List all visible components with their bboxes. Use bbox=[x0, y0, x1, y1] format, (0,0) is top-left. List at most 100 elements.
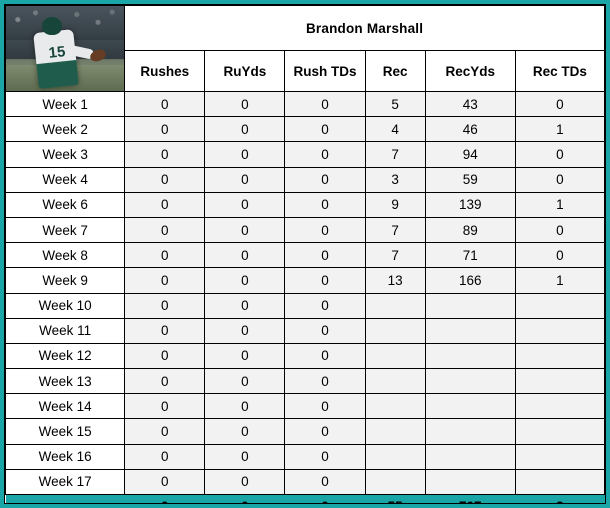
cell-recyds: 71 bbox=[424, 242, 516, 269]
cell-ruyds: 0 bbox=[204, 418, 286, 445]
cell-rec: 5 bbox=[364, 90, 426, 118]
table-row: Week 16 0 0 0 bbox=[5, 443, 605, 470]
cell-rushes: 0 bbox=[124, 90, 206, 118]
cell-rec-tds bbox=[514, 292, 605, 319]
cell-rec-tds: 1 bbox=[514, 267, 605, 294]
cell-rec-tds: 0 bbox=[514, 166, 605, 193]
cell-rushes: 0 bbox=[124, 242, 206, 269]
cell-ruyds: 0 bbox=[204, 90, 286, 118]
cell-rec-tds: 0 bbox=[514, 216, 605, 244]
totals-label bbox=[5, 494, 125, 503]
column-header-rec: Rec bbox=[364, 50, 426, 92]
total-rec-tds: 3 bbox=[515, 494, 605, 503]
cell-rushes: 0 bbox=[124, 267, 206, 294]
cell-ruyds: 0 bbox=[204, 317, 286, 344]
cell-ruyds: 0 bbox=[204, 242, 286, 269]
cell-rec-tds: 1 bbox=[514, 116, 605, 143]
cell-recyds bbox=[424, 443, 516, 470]
table-row: Week 1 0 0 0 5 43 0 bbox=[5, 90, 605, 118]
total-rec: 55 bbox=[365, 494, 426, 503]
row-label: Week 3 bbox=[5, 141, 126, 168]
cell-recyds: 59 bbox=[424, 166, 516, 193]
photo-image: 15 bbox=[6, 6, 124, 91]
cell-rec bbox=[364, 468, 426, 496]
cell-recyds: 166 bbox=[424, 267, 516, 294]
row-label: Week 10 bbox=[5, 292, 126, 319]
row-label: Week 11 bbox=[5, 317, 126, 344]
cell-recyds: 139 bbox=[424, 191, 516, 218]
row-label: Week 9 bbox=[5, 267, 126, 294]
total-rush-tds: 0 bbox=[284, 494, 366, 503]
table-row: Week 6 0 0 0 9 139 1 bbox=[5, 191, 605, 218]
total-recyds: 707 bbox=[425, 494, 516, 503]
table-row: Week 4 0 0 0 3 59 0 bbox=[5, 166, 605, 193]
table-row: Week 14 0 0 0 bbox=[5, 393, 605, 420]
cell-ruyds: 0 bbox=[204, 166, 286, 193]
cell-rec bbox=[364, 342, 426, 370]
table-row: Week 8 0 0 0 7 71 0 bbox=[5, 242, 605, 269]
table-row: Week 2 0 0 0 4 46 1 bbox=[5, 116, 605, 143]
cell-rec-tds: 1 bbox=[514, 191, 605, 218]
row-label: Week 12 bbox=[5, 342, 126, 370]
cell-rush-tds: 0 bbox=[284, 292, 366, 319]
cell-ruyds: 0 bbox=[204, 342, 286, 370]
cell-rush-tds: 0 bbox=[284, 116, 366, 143]
row-label: Week 7 bbox=[5, 216, 126, 244]
cell-rushes: 0 bbox=[124, 393, 206, 420]
table-row: Week 11 0 0 0 bbox=[5, 317, 605, 344]
row-label: Week 14 bbox=[5, 393, 126, 420]
row-label: Week 4 bbox=[5, 166, 126, 193]
cell-rec: 7 bbox=[364, 141, 426, 168]
cell-recyds bbox=[424, 317, 516, 344]
column-header-rec-tds: Rec TDs bbox=[514, 50, 605, 92]
cell-rush-tds: 0 bbox=[284, 242, 366, 269]
cell-recyds: 94 bbox=[424, 141, 516, 168]
cell-rush-tds: 0 bbox=[284, 166, 366, 193]
column-header-rush-tds: Rush TDs bbox=[284, 50, 366, 92]
cell-rec bbox=[364, 393, 426, 420]
total-ruyds: 0 bbox=[204, 494, 285, 503]
table-row: Week 13 0 0 0 bbox=[5, 368, 605, 395]
row-label: Week 15 bbox=[5, 418, 126, 445]
row-label: Week 13 bbox=[5, 368, 126, 395]
table-row: Week 17 0 0 0 bbox=[5, 468, 605, 496]
cell-rec: 3 bbox=[364, 166, 426, 193]
cell-recyds bbox=[424, 342, 516, 370]
cell-rush-tds: 0 bbox=[284, 141, 366, 168]
cell-rush-tds: 0 bbox=[284, 342, 366, 370]
cell-rec: 7 bbox=[364, 242, 426, 269]
cell-recyds bbox=[424, 368, 516, 395]
cell-ruyds: 0 bbox=[204, 393, 286, 420]
cell-rec-tds: 0 bbox=[514, 90, 605, 118]
cell-rushes: 0 bbox=[124, 317, 206, 344]
cell-rec-tds bbox=[514, 468, 605, 496]
cell-rush-tds: 0 bbox=[284, 267, 366, 294]
cell-rushes: 0 bbox=[124, 292, 206, 319]
column-header-recyds: RecYds bbox=[424, 50, 516, 92]
column-header-ruyds: RuYds bbox=[204, 50, 286, 92]
total-rushes: 0 bbox=[124, 494, 205, 503]
cell-rush-tds: 0 bbox=[284, 216, 366, 244]
row-label: Week 17 bbox=[5, 468, 126, 496]
row-label: Week 8 bbox=[5, 242, 126, 269]
player-photo: 15 bbox=[5, 5, 126, 92]
cell-rush-tds: 0 bbox=[284, 90, 366, 118]
cell-rec-tds bbox=[514, 443, 605, 470]
cell-rushes: 0 bbox=[124, 166, 206, 193]
cell-ruyds: 0 bbox=[204, 292, 286, 319]
cell-rec-tds bbox=[514, 342, 605, 370]
stats-table: 15 Brandon Marshall Rushes RuYds Rush TD… bbox=[5, 5, 605, 503]
row-label: Week 2 bbox=[5, 116, 126, 143]
cell-rush-tds: 0 bbox=[284, 443, 366, 470]
cell-rec-tds bbox=[514, 368, 605, 395]
cell-rushes: 0 bbox=[124, 342, 206, 370]
cell-rec bbox=[364, 443, 426, 470]
cell-ruyds: 0 bbox=[204, 141, 286, 168]
table-row: Week 9 0 0 0 13 166 1 bbox=[5, 267, 605, 294]
cell-ruyds: 0 bbox=[204, 116, 286, 143]
cell-rushes: 0 bbox=[124, 443, 206, 470]
player-helmet bbox=[42, 17, 62, 35]
player-stats-card: 15 Brandon Marshall Rushes RuYds Rush TD… bbox=[0, 0, 610, 508]
table-row: Week 10 0 0 0 bbox=[5, 292, 605, 319]
cell-rushes: 0 bbox=[124, 418, 206, 445]
